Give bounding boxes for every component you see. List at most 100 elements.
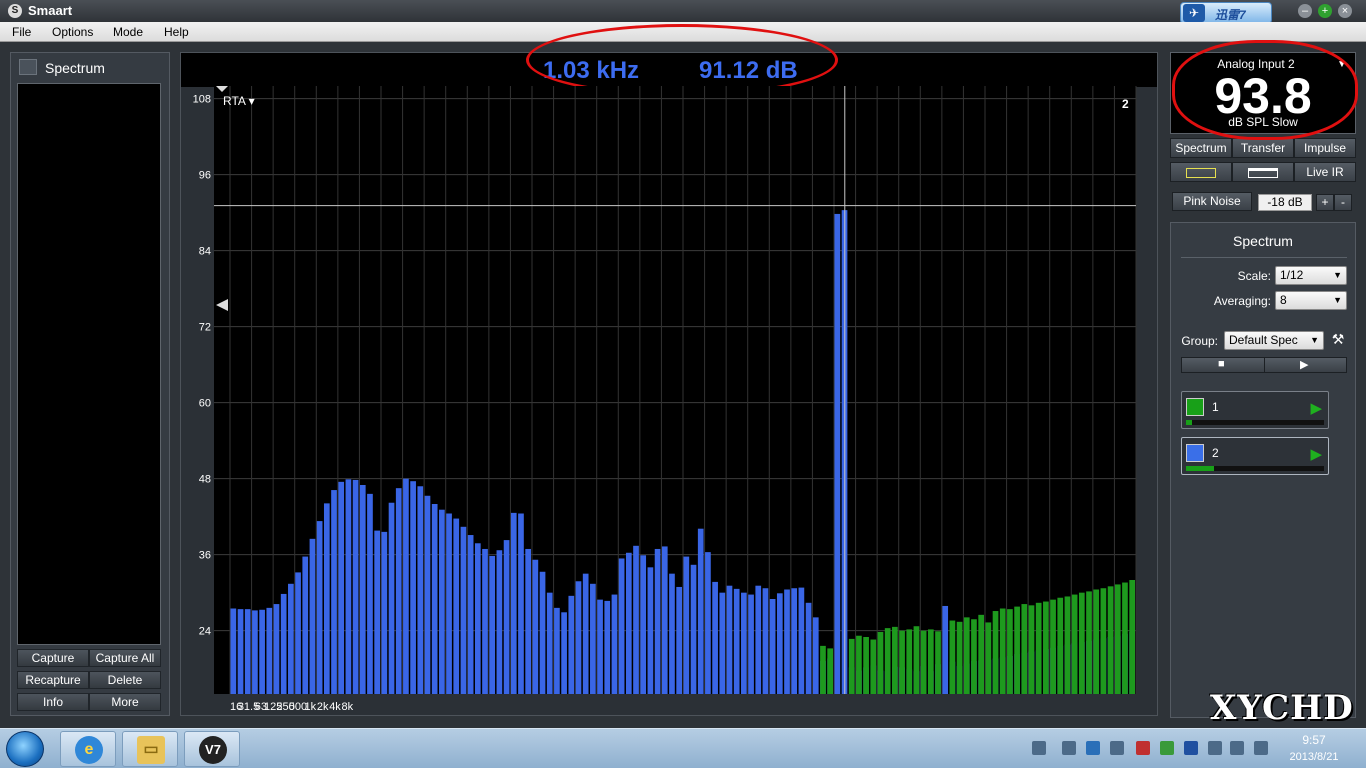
y-tick-label: 48: [199, 474, 211, 486]
taskbar: e ▭ V7 9:57 2013/8/21: [0, 728, 1366, 768]
group-value: Default Spec: [1229, 333, 1298, 347]
bar-series-2: [482, 548, 488, 694]
bar-series-2: [252, 610, 258, 694]
delete-button[interactable]: Delete: [89, 671, 161, 689]
play-all-icon[interactable]: ▶: [1300, 358, 1308, 371]
volume-icon[interactable]: [1254, 741, 1268, 755]
measurement-2-color-swatch[interactable]: [1186, 444, 1204, 462]
spectrum-checkbox[interactable]: [19, 59, 37, 75]
network-icon[interactable]: [1230, 741, 1244, 755]
measurement-2-level-fill: [1186, 466, 1214, 471]
bluetooth-icon[interactable]: [1184, 741, 1198, 755]
y-tick-label: 24: [199, 626, 211, 638]
sync-icon[interactable]: [1110, 741, 1124, 755]
taskbar-explorer[interactable]: ▭: [122, 731, 178, 767]
bar-series-2: [812, 617, 819, 694]
bar-series-2: [539, 571, 546, 694]
measurement-2[interactable]: 2 ▶: [1181, 437, 1329, 475]
bar-series-2: [697, 528, 704, 694]
security-icon[interactable]: [1160, 741, 1174, 755]
recapture-button[interactable]: Recapture: [17, 671, 89, 689]
clock-date[interactable]: 2013/8/21: [1282, 751, 1346, 763]
battery-icon[interactable]: [1208, 741, 1222, 755]
menu-mode[interactable]: Mode: [113, 25, 143, 39]
bar-series-2: [273, 604, 280, 694]
bar-series-2: [410, 481, 416, 694]
chevron-down-icon: ▼: [1333, 295, 1342, 305]
bar-series-1: [920, 630, 927, 694]
pink-noise-button[interactable]: Pink Noise: [1172, 192, 1252, 211]
bar-series-2: [352, 479, 359, 694]
tab-spectrum[interactable]: Spectrum: [1170, 138, 1232, 158]
xunlei-label: 迅雷7: [1215, 8, 1246, 22]
stop-icon[interactable]: ■: [1218, 358, 1225, 370]
bar-series-1: [978, 614, 984, 694]
bar-series-1: [1086, 591, 1092, 694]
bar-series-2: [942, 605, 949, 694]
averaging-select[interactable]: 8 ▼: [1275, 291, 1347, 310]
xunlei-badge[interactable]: ✈ 迅雷7: [1180, 2, 1272, 24]
menu-help[interactable]: Help: [164, 25, 189, 39]
bar-series-2: [582, 573, 589, 694]
capture-button[interactable]: Capture: [17, 649, 89, 667]
y-tick-label: 36: [199, 550, 211, 562]
taskbar-ie[interactable]: e: [60, 731, 116, 767]
more-button[interactable]: More: [89, 693, 161, 711]
maximize-icon[interactable]: +: [1318, 4, 1332, 18]
y-tick-label: 96: [199, 170, 211, 182]
clock-time[interactable]: 9:57: [1282, 733, 1346, 747]
split-view-button[interactable]: [1232, 162, 1294, 182]
capture-all-button[interactable]: Capture All: [89, 649, 161, 667]
usb-icon[interactable]: [1136, 741, 1150, 755]
bar-series-2: [676, 586, 682, 694]
tab-transfer[interactable]: Transfer: [1232, 138, 1294, 158]
group-select[interactable]: Default Spec ▼: [1224, 331, 1324, 350]
measurement-1-color-swatch[interactable]: [1186, 398, 1204, 416]
spectrum-capture-panel: Spectrum Capture Capture All Recapture D…: [10, 52, 170, 716]
display-icon[interactable]: [1062, 741, 1076, 755]
bar-series-2: [661, 546, 668, 694]
taskbar-smaart[interactable]: V7: [184, 731, 240, 767]
bar-series-2: [417, 486, 424, 694]
measurement-2-play-icon[interactable]: ▶: [1310, 445, 1322, 463]
bar-series-2: [784, 589, 790, 694]
bar-series-2: [288, 583, 294, 694]
rta-mode-label[interactable]: RTA ▾: [223, 94, 255, 108]
bar-series-1: [1093, 589, 1100, 694]
tab-impulse[interactable]: Impulse: [1294, 138, 1356, 158]
menu-file[interactable]: File: [12, 25, 31, 39]
keyboard-icon[interactable]: [1032, 741, 1046, 755]
menu-options[interactable]: Options: [52, 25, 93, 39]
info-button[interactable]: Info: [17, 693, 89, 711]
capture-list[interactable]: [17, 83, 161, 645]
level-plus-button[interactable]: +: [1316, 194, 1334, 211]
rta-chart[interactable]: 108 96 84 72 60 48 36 24 1631.5631252505001k 2k 4…: [180, 86, 1158, 718]
close-icon[interactable]: ×: [1338, 4, 1352, 18]
bar-series-1: [949, 620, 956, 694]
bar-series-2: [374, 530, 380, 694]
bar-series-2: [316, 521, 323, 694]
measurement-1-play-icon[interactable]: ▶: [1310, 399, 1322, 417]
tools-icon[interactable]: ⚒: [1329, 331, 1347, 350]
bar-series-2: [683, 556, 690, 694]
bar-series-2: [280, 593, 287, 694]
app-tray-icon[interactable]: [1086, 741, 1100, 755]
bar-series-1: [1014, 606, 1020, 694]
live-ir-button[interactable]: Live IR: [1294, 162, 1356, 182]
split-pane-icon: [1248, 167, 1278, 178]
single-view-button[interactable]: [1170, 162, 1232, 182]
level-minus-button[interactable]: -: [1334, 194, 1352, 211]
generator-level[interactable]: -18 dB: [1258, 194, 1312, 211]
bar-series-1: [1007, 609, 1013, 694]
start-button[interactable]: [6, 731, 44, 767]
bar-series-1: [863, 637, 869, 694]
trace-number: 2: [1122, 97, 1129, 111]
measurement-1[interactable]: 1 ▶: [1181, 391, 1329, 429]
measurement-2-level-bar: [1186, 466, 1324, 471]
bar-series-2: [604, 600, 611, 694]
bar-series-2: [798, 587, 805, 694]
bar-series-2: [467, 535, 474, 694]
scale-select[interactable]: 1/12 ▼: [1275, 266, 1347, 285]
window-title: Smaart: [28, 3, 73, 18]
minimize-icon[interactable]: –: [1298, 4, 1312, 18]
